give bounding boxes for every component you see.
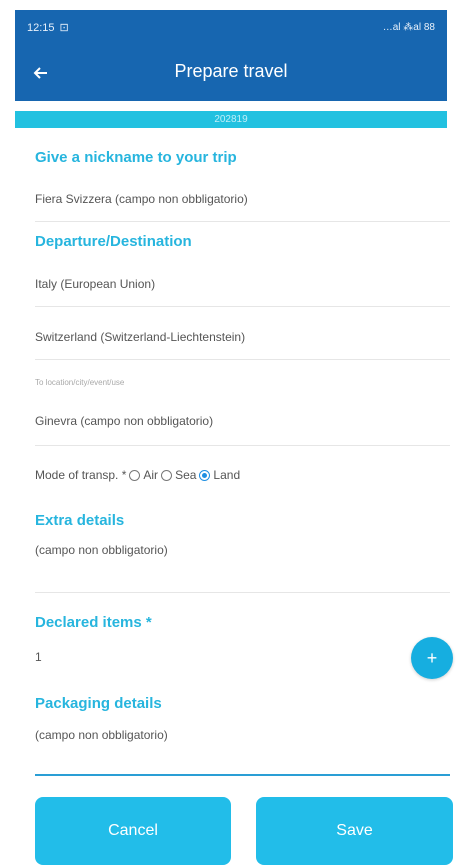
status-bar: 12:15 ⊡ …al ⁂al 88 [15,10,447,45]
radio-sea[interactable] [161,469,173,481]
extra-details-label: Extra details [35,512,125,529]
travel-code-bar: 202819 [15,111,447,128]
cancel-button[interactable]: Cancel [35,797,231,865]
packaging-label: Packaging details [35,695,162,712]
transport-mode-label: Mode of transp. * [35,468,127,482]
departure-input[interactable]: Italy (European Union) [35,277,450,307]
destination-input[interactable]: Switzerland (Switzerland-Liechtenstein) [35,330,450,360]
status-indicators: …al ⁂al 88 [382,22,435,33]
declared-items-label: Declared items * [35,614,152,631]
add-item-button[interactable]: + [411,637,453,679]
radio-land-label: Land [213,468,241,482]
page-title: Prepare travel [174,61,288,81]
location-input[interactable]: Ginevra (campo non obbligatorio) [35,414,450,446]
notification-icon: ⊡ [59,22,69,34]
declared-items-count: 1 [35,650,42,664]
transport-mode-row: Mode of transp. * Air Sea Land [35,468,240,482]
status-time: 12:15 [27,21,55,34]
radio-air-label: Air [143,468,159,482]
packaging-input[interactable]: (campo non obbligatorio) [35,728,450,776]
nickname-input[interactable]: Fiera Svizzera (campo non obbligatorio) [35,192,450,222]
app-bar: Prepare travel [15,45,447,101]
radio-air[interactable] [129,469,141,481]
extra-details-input[interactable]: (campo non obbligatorio) [35,543,450,593]
departure-destination-label: Departure/Destination [35,233,192,250]
nickname-label: Give a nickname to your trip [35,149,237,166]
location-label: To location/city/event/use [35,378,125,387]
save-button[interactable]: Save [256,797,453,865]
radio-land[interactable] [199,469,211,481]
radio-sea-label: Sea [175,468,197,482]
